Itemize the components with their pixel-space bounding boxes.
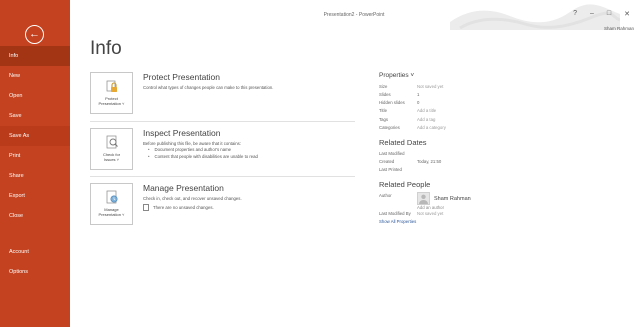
property-row: Hidden slides 0 <box>379 99 609 107</box>
property-row: Slides 1 <box>379 91 609 99</box>
section-divider <box>90 121 355 122</box>
minimize-icon[interactable]: – <box>590 10 594 18</box>
properties-dropdown[interactable]: Properties ˅ <box>379 72 609 79</box>
section-divider <box>90 176 355 177</box>
property-value: 1 <box>417 92 420 98</box>
manage-description: Check in, check out, and recover unsaved… <box>143 196 242 201</box>
show-all-properties-link[interactable]: Show All Properties <box>379 219 609 224</box>
last-modified-by-value: Not saved yet <box>417 211 444 217</box>
property-key: Title <box>379 108 387 114</box>
date-row: Last Modified <box>379 150 609 158</box>
nav-item-open[interactable]: Open <box>0 86 70 106</box>
lock-icon <box>106 80 117 92</box>
check-for-issues-label: Check for Issues ˅ <box>102 152 121 162</box>
nav-item-save-as[interactable]: Save As <box>0 126 70 146</box>
property-row: Title Add a title <box>379 107 609 115</box>
unsaved-changes-note: There are no unsaved changes. <box>143 204 403 212</box>
restore-icon[interactable]: □ <box>607 10 611 18</box>
protect-description: Control what types of changes people can… <box>143 85 274 90</box>
inspect-bullet: Document properties and author's name <box>143 147 403 154</box>
property-key: Size <box>379 84 388 89</box>
nav-item-export[interactable]: Export <box>0 186 70 206</box>
nav-item-print[interactable]: Print <box>0 146 70 166</box>
nav-item-save[interactable]: Save <box>0 106 70 126</box>
nav-item-account[interactable]: Account <box>0 242 70 262</box>
date-key: Last Modified <box>379 150 405 156</box>
inspect-bullet: Content that people with disabilities ar… <box>143 154 403 161</box>
add-tag-field[interactable]: Add a tag <box>417 116 435 124</box>
manage-presentation-button[interactable]: Manage Presentation ˅ <box>90 183 133 225</box>
related-dates-heading: Related Dates <box>379 137 427 147</box>
protect-heading: Protect Presentation <box>143 72 221 82</box>
property-key: Tags <box>379 116 389 122</box>
inspect-section-body: Inspect Presentation Before publishing t… <box>143 128 403 161</box>
backstage-sidebar: ← Info New Open Save Save As Print Share… <box>0 0 70 327</box>
property-row: Tags Add a tag <box>379 116 609 124</box>
document-icon <box>143 204 149 212</box>
manage-document-icon <box>106 190 118 204</box>
protect-section-body: Protect Presentation Control what types … <box>143 72 403 91</box>
properties-panel: Properties ˅ Size Not saved yet Slides 1… <box>379 72 609 224</box>
property-key: Slides <box>379 92 391 98</box>
add-title-field[interactable]: Add a title <box>417 107 436 115</box>
nav-item-close[interactable]: Close <box>0 206 70 226</box>
title-bar: Presentation2 - PowerPoint ? – □ ✕ Sham … <box>70 0 638 36</box>
unsaved-changes-text: There are no unsaved changes. <box>153 205 214 211</box>
manage-heading: Manage Presentation <box>143 183 224 193</box>
date-key: Created <box>379 159 395 165</box>
manage-presentation-label: Manage Presentation ˅ <box>98 207 125 217</box>
signed-in-user[interactable]: Sham Rahman <box>604 26 634 31</box>
protect-presentation-button[interactable]: Protect Presentation ˅ <box>90 72 133 114</box>
author-name: Sham Rahman <box>434 195 471 202</box>
close-icon[interactable]: ✕ <box>624 10 630 18</box>
manage-section-body: Manage Presentation Check in, check out,… <box>143 183 403 212</box>
inspect-document-icon <box>106 135 118 149</box>
check-for-issues-button[interactable]: Check for Issues ˅ <box>90 128 133 170</box>
nav-separator <box>0 226 70 242</box>
last-modified-by-row: Last Modified By Not saved yet <box>379 210 609 218</box>
nav-item-new[interactable]: New <box>0 66 70 86</box>
date-key: Last Printed <box>379 167 402 173</box>
nav-item-share[interactable]: Share <box>0 166 70 186</box>
property-row: Categories Add a category <box>379 124 609 132</box>
date-row: Last Printed <box>379 166 609 174</box>
related-people-heading: Related People <box>379 180 431 190</box>
author-key: Author <box>379 193 392 199</box>
inspect-heading: Inspect Presentation <box>143 128 221 138</box>
property-key: Hidden slides <box>379 100 405 106</box>
window-controls: ? – □ ✕ <box>573 10 630 18</box>
protect-presentation-label: Protect Presentation ˅ <box>98 96 125 106</box>
page-title: Info <box>90 38 122 59</box>
property-key: Categories <box>379 124 400 130</box>
date-value: Today, 21:50 <box>417 159 442 165</box>
last-modified-by-key: Last Modified By <box>379 211 411 217</box>
nav-item-options[interactable]: Options <box>0 262 70 282</box>
person-icon <box>419 195 428 205</box>
property-row: Size Not saved yet <box>379 83 609 91</box>
avatar <box>417 192 430 206</box>
help-icon[interactable]: ? <box>573 10 577 18</box>
date-row: Created Today, 21:50 <box>379 158 609 166</box>
add-category-field[interactable]: Add a category <box>417 124 446 132</box>
back-arrow-icon[interactable]: ← <box>25 25 44 44</box>
author-entry[interactable]: Sham Rahman <box>417 192 471 206</box>
backstage-nav: Info New Open Save Save As Print Share E… <box>0 46 70 282</box>
author-row: Author Sham Rahman <box>379 192 609 206</box>
nav-item-info[interactable]: Info <box>0 46 70 66</box>
property-value: 0 <box>417 100 420 106</box>
property-value: Not saved yet <box>417 84 444 89</box>
